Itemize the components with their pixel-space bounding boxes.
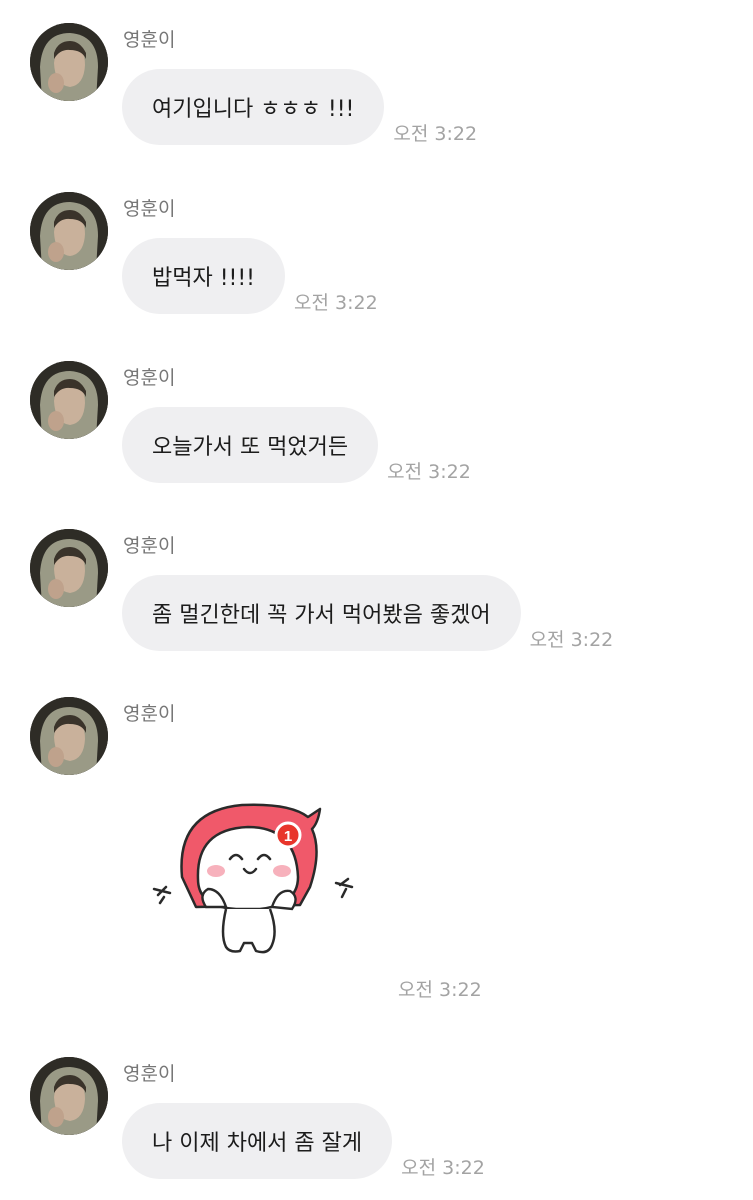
- message-time: 오전 3:22: [393, 123, 478, 145]
- message-bubble[interactable]: 밥먹자 !!!!: [122, 238, 285, 314]
- sticker[interactable]: 1: [140, 785, 370, 970]
- sender-name: 영훈이: [123, 535, 176, 557]
- message-row: 여기입니다 ㅎㅎㅎ !!! 오전 3:22: [122, 69, 477, 145]
- sender-name: 영훈이: [123, 1063, 176, 1085]
- sender-name: 영훈이: [123, 367, 176, 389]
- avatar[interactable]: [30, 1057, 108, 1135]
- sender-name: 영훈이: [123, 29, 176, 51]
- message-time: 오전 3:22: [387, 461, 471, 483]
- message-time: 오전 3:22: [529, 629, 614, 651]
- sender-name: 영훈이: [123, 198, 176, 220]
- message-row: 좀 멀긴한데 꼭 가서 먹어봤음 좋겠어 오전 3:22: [122, 575, 613, 651]
- message-bubble[interactable]: 나 이제 차에서 좀 잘게: [122, 1103, 393, 1179]
- avatar[interactable]: [30, 192, 108, 270]
- message-time: 오전 3:22: [398, 979, 482, 1001]
- message-bubble[interactable]: 좀 멀긴한데 꼭 가서 먹어봤음 좋겠어: [122, 575, 521, 651]
- message-row: 나 이제 차에서 좀 잘게 오전 3:22: [122, 1103, 485, 1179]
- message-row: 밥먹자 !!!! 오전 3:22: [122, 238, 378, 314]
- avatar[interactable]: [30, 361, 108, 439]
- sender-name: 영훈이: [123, 703, 176, 725]
- message-bubble[interactable]: 오늘가서 또 먹었거든: [122, 407, 379, 483]
- sticker-badge-text: 1: [284, 828, 292, 845]
- message-row: 오늘가서 또 먹었거든 오전 3:22: [122, 407, 471, 483]
- message-bubble[interactable]: 여기입니다 ㅎㅎㅎ !!!: [122, 69, 385, 145]
- message-time: 오전 3:22: [401, 1157, 485, 1179]
- message-time: 오전 3:22: [294, 292, 378, 314]
- avatar[interactable]: [30, 23, 108, 101]
- avatar[interactable]: [30, 529, 108, 607]
- avatar[interactable]: [30, 697, 108, 775]
